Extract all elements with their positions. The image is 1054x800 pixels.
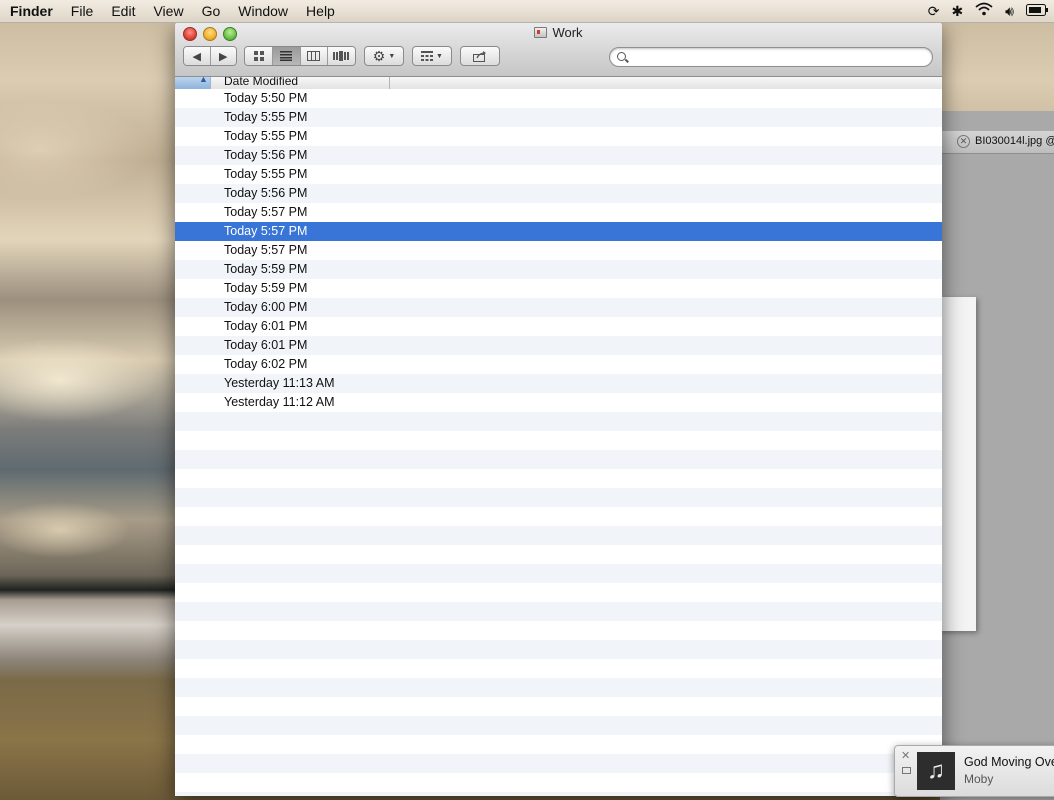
date-modified-cell: Today 5:50 PM bbox=[224, 91, 308, 105]
column-view-button[interactable] bbox=[300, 47, 328, 65]
file-row[interactable]: Today 5:56 PM bbox=[175, 184, 942, 203]
menu-file[interactable]: File bbox=[62, 0, 103, 22]
file-row[interactable]: Today 5:56 PM bbox=[175, 146, 942, 165]
file-row[interactable]: Today 5:55 PM bbox=[175, 108, 942, 127]
search-field[interactable] bbox=[609, 47, 933, 67]
date-modified-cell: Today 5:56 PM bbox=[224, 148, 308, 162]
date-modified-cell: Today 5:55 PM bbox=[224, 110, 308, 124]
file-row[interactable]: Today 6:02 PM bbox=[175, 355, 942, 374]
date-modified-cell: Today 5:59 PM bbox=[224, 262, 308, 276]
file-row[interactable]: Today 5:55 PM bbox=[175, 127, 942, 146]
back-forward-control: ◀ ▶ bbox=[183, 46, 237, 66]
file-row[interactable]: Yesterday 11:13 AM bbox=[175, 374, 942, 393]
options-icon[interactable] bbox=[902, 767, 911, 774]
bluetooth-icon[interactable]: ✱ bbox=[951, 0, 963, 22]
arrange-menu-button[interactable]: ▼ bbox=[412, 46, 452, 66]
menu-edit[interactable]: Edit bbox=[102, 0, 144, 22]
date-modified-cell: Today 5:55 PM bbox=[224, 129, 308, 143]
menu-help[interactable]: Help bbox=[297, 0, 344, 22]
notification-title: God Moving Ove bbox=[964, 755, 1054, 769]
file-row[interactable]: Today 5:50 PM bbox=[175, 89, 942, 108]
chevron-down-icon: ▼ bbox=[388, 52, 396, 60]
window-title-text: Work bbox=[552, 25, 583, 40]
title-bar: Work ◀ ▶ ⚙ ▼ ▼ bbox=[175, 22, 942, 77]
date-modified-cell: Yesterday 11:12 AM bbox=[224, 395, 335, 409]
volume-icon[interactable]: 🔊︎ bbox=[1005, 0, 1014, 22]
menu-bar: Finder File Edit View Go Window Help ⟳ ✱… bbox=[0, 0, 1054, 23]
menu-finder[interactable]: Finder bbox=[0, 0, 62, 22]
tab-close-icon[interactable]: ✕ bbox=[957, 135, 970, 148]
menu-view[interactable]: View bbox=[144, 0, 192, 22]
file-row[interactable]: Today 5:57 PM bbox=[175, 203, 942, 222]
coverflow-view-button[interactable] bbox=[327, 47, 355, 65]
view-mode-control bbox=[244, 46, 356, 66]
back-arrow-icon[interactable]: ◀ bbox=[184, 47, 211, 65]
file-row[interactable]: Today 5:55 PM bbox=[175, 165, 942, 184]
file-row[interactable]: Today 5:59 PM bbox=[175, 260, 942, 279]
file-row[interactable]: Today 6:01 PM bbox=[175, 336, 942, 355]
arrange-icon bbox=[421, 51, 434, 61]
date-modified-cell: Today 6:01 PM bbox=[224, 319, 308, 333]
sort-column-header[interactable]: ▲ bbox=[175, 77, 211, 89]
file-row[interactable]: Yesterday 11:12 AM bbox=[175, 393, 942, 412]
notification-subtitle: Moby bbox=[964, 772, 994, 786]
document-tab[interactable]: ✕ BI030014l.jpg @ bbox=[940, 131, 1054, 154]
tab-label: BI030014l.jpg @ bbox=[975, 135, 1054, 147]
list-view-button[interactable] bbox=[273, 47, 301, 65]
share-icon bbox=[473, 50, 486, 62]
image-canvas bbox=[940, 297, 976, 631]
music-note-icon: ♫ bbox=[917, 752, 955, 790]
wifi-icon[interactable] bbox=[975, 0, 993, 22]
share-button[interactable] bbox=[460, 46, 500, 66]
date-modified-column-header[interactable]: Date Modified bbox=[224, 77, 298, 88]
background-app-window: ✕ BI030014l.jpg @ bbox=[940, 111, 1054, 800]
icon-view-button[interactable] bbox=[245, 47, 274, 65]
date-modified-cell: Today 6:00 PM bbox=[224, 300, 308, 314]
sort-ascending-icon: ▲ bbox=[199, 77, 208, 84]
date-modified-cell: Today 6:01 PM bbox=[224, 338, 308, 352]
search-icon bbox=[617, 52, 626, 61]
action-menu-button[interactable]: ⚙ ▼ bbox=[364, 46, 404, 66]
date-modified-cell: Today 6:02 PM bbox=[224, 357, 308, 371]
finder-window: Work ◀ ▶ ⚙ ▼ ▼ ▲ Date Modified Today 5:5… bbox=[175, 22, 942, 796]
menu-window[interactable]: Window bbox=[229, 0, 297, 22]
file-row[interactable]: Today 5:57 PM bbox=[175, 241, 942, 260]
window-title: Work bbox=[175, 25, 942, 40]
gear-icon: ⚙ bbox=[372, 47, 386, 64]
date-modified-cell: Today 5:57 PM bbox=[224, 243, 308, 257]
date-modified-cell: Today 5:57 PM bbox=[224, 224, 308, 238]
date-modified-cell: Today 5:55 PM bbox=[224, 167, 308, 181]
sync-icon[interactable]: ⟳ bbox=[928, 0, 940, 22]
status-area: ⟳ ✱ 🔊︎ bbox=[928, 0, 1048, 22]
date-modified-cell: Today 5:59 PM bbox=[224, 281, 308, 295]
battery-icon[interactable] bbox=[1026, 0, 1048, 22]
file-row[interactable]: Today 5:59 PM bbox=[175, 279, 942, 298]
file-list: Today 5:50 PM Today 5:55 PM Today 5:55 PM T… bbox=[175, 89, 942, 796]
forward-arrow-icon[interactable]: ▶ bbox=[210, 47, 236, 65]
date-modified-cell: Today 5:56 PM bbox=[224, 186, 308, 200]
date-modified-cell: Today 5:57 PM bbox=[224, 205, 308, 219]
music-notification[interactable]: ✕ ♫ God Moving Ove Moby bbox=[894, 745, 1054, 797]
search-input[interactable] bbox=[632, 49, 926, 67]
menu-go[interactable]: Go bbox=[193, 0, 230, 22]
date-modified-cell: Yesterday 11:13 AM bbox=[224, 376, 335, 390]
file-row[interactable]: Today 5:57 PM bbox=[175, 222, 942, 241]
close-icon[interactable]: ✕ bbox=[901, 749, 910, 762]
column-divider[interactable] bbox=[389, 77, 390, 89]
file-row[interactable]: Today 6:00 PM bbox=[175, 298, 942, 317]
folder-icon bbox=[534, 27, 548, 38]
chevron-down-icon: ▼ bbox=[436, 52, 443, 60]
file-row[interactable]: Today 6:01 PM bbox=[175, 317, 942, 336]
